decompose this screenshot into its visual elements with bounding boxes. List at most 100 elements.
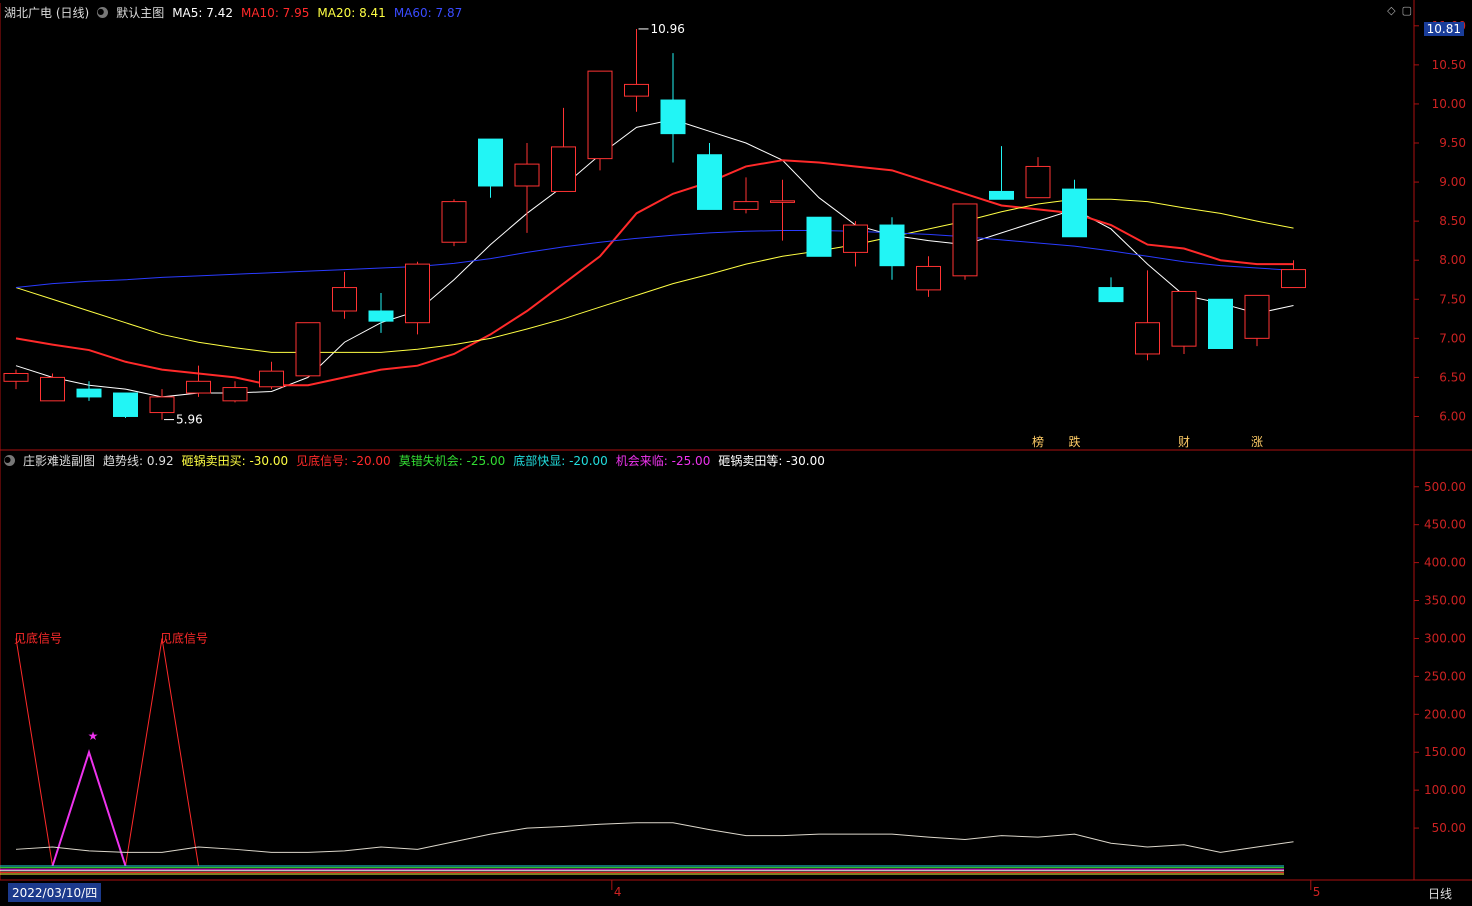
date-cursor: 2022/03/10/四 bbox=[8, 883, 102, 902]
candle-body bbox=[514, 163, 540, 187]
candle bbox=[916, 256, 941, 297]
candle bbox=[295, 322, 321, 378]
signal-marker: 涨 bbox=[1251, 434, 1263, 449]
candle-body bbox=[1208, 298, 1233, 349]
candle bbox=[1062, 179, 1087, 238]
candle-body bbox=[332, 287, 357, 312]
y-tick-label: 500.00 bbox=[1424, 480, 1466, 494]
candle-body bbox=[551, 146, 576, 192]
price-annotation: 10.96 bbox=[651, 22, 685, 36]
candle-body bbox=[770, 200, 795, 203]
ma60-value: MA60: 7.87 bbox=[393, 5, 463, 20]
candle bbox=[1025, 157, 1051, 199]
stock-name[interactable]: 湖北广电 (日线) bbox=[4, 4, 89, 21]
signal-label: 见底信号 bbox=[160, 630, 208, 645]
y-tick-label: 8.00 bbox=[1439, 253, 1466, 267]
sub-line-0 bbox=[15, 638, 199, 867]
candle-body bbox=[624, 83, 649, 97]
candle bbox=[149, 389, 175, 420]
main-header: 湖北广电 (日线) ● 默认主图 MA5: 7.42 MA10: 7.95 MA… bbox=[4, 4, 462, 21]
signal-marker: 财 bbox=[1178, 435, 1190, 449]
candle bbox=[879, 217, 905, 280]
y-tick-label: 9.00 bbox=[1439, 175, 1466, 189]
candle bbox=[952, 203, 978, 280]
y-tick-label: 10.00 bbox=[1432, 97, 1466, 111]
candle-body bbox=[1135, 322, 1160, 355]
candle-body bbox=[186, 380, 211, 394]
sub-header: ● 庄影难逃副图 趋势线: 0.92 砸锅卖田买: -30.00 见底信号: -… bbox=[4, 452, 825, 469]
period-tab[interactable]: 日线 bbox=[1428, 885, 1452, 902]
candle-body bbox=[843, 224, 868, 253]
candle bbox=[76, 381, 102, 401]
toolbar: ◇ ▢ bbox=[1387, 4, 1412, 17]
signal-value: 见底信号: -20.00 bbox=[296, 454, 391, 468]
candle-body bbox=[806, 216, 832, 257]
candle-body bbox=[1244, 294, 1270, 339]
candle-body bbox=[1098, 287, 1124, 303]
candle bbox=[3, 369, 29, 390]
candle bbox=[806, 216, 832, 257]
candle bbox=[40, 373, 65, 402]
candle-body bbox=[40, 376, 65, 402]
buy1-value: 砸锅卖田买: -30.00 bbox=[181, 454, 289, 468]
diamond-icon[interactable]: ◇ bbox=[1387, 4, 1395, 17]
candle-body bbox=[295, 322, 321, 377]
settings-dot-icon[interactable]: ● bbox=[4, 455, 15, 466]
ma10-value: MA10: 7.95 bbox=[240, 5, 310, 20]
candle-body bbox=[222, 387, 248, 402]
window-icon[interactable]: ▢ bbox=[1402, 4, 1412, 17]
y-tick-label: 6.50 bbox=[1439, 370, 1466, 384]
candle bbox=[113, 392, 138, 419]
sub-title[interactable]: 庄影难逃副图 bbox=[23, 452, 95, 469]
current-price-tag: 10.81 bbox=[1423, 22, 1464, 36]
ma-line-ma5 bbox=[15, 119, 1294, 398]
chance-value: 机会来临: -25.00 bbox=[615, 454, 711, 468]
candle-body bbox=[76, 388, 102, 398]
settings-dot-icon[interactable]: ● bbox=[97, 7, 109, 18]
bottom-value: 底部快显: -20.00 bbox=[513, 454, 608, 468]
candle bbox=[222, 381, 248, 403]
y-tick-label: 10.50 bbox=[1432, 58, 1466, 72]
candle bbox=[733, 177, 759, 214]
candle bbox=[441, 199, 467, 247]
main-chart-label[interactable]: 默认主图 bbox=[116, 4, 164, 21]
signal-marker: 跌 bbox=[1068, 434, 1080, 449]
candle-body bbox=[733, 201, 759, 210]
candle-body bbox=[1281, 269, 1306, 289]
candle-body bbox=[697, 154, 722, 210]
candle-body bbox=[259, 370, 284, 388]
candle-body bbox=[368, 310, 394, 322]
candle bbox=[770, 179, 795, 241]
y-tick-label: 9.50 bbox=[1439, 136, 1466, 150]
candle bbox=[660, 53, 686, 163]
month-label: 4 bbox=[614, 885, 622, 899]
candle-body bbox=[660, 99, 686, 135]
candle-body bbox=[879, 224, 905, 267]
miss-value: 莫错失机会: -25.00 bbox=[398, 454, 506, 468]
candle-body bbox=[441, 201, 467, 243]
y-tick-label: 100.00 bbox=[1424, 783, 1466, 797]
y-tick-label: 200.00 bbox=[1424, 707, 1466, 721]
y-tick-label: 150.00 bbox=[1424, 745, 1466, 759]
candle bbox=[332, 271, 357, 319]
sub-line-1 bbox=[51, 748, 127, 867]
y-tick-label: 7.00 bbox=[1439, 331, 1466, 345]
signal-label: 见底信号 bbox=[14, 630, 62, 645]
month-label: 5 bbox=[1313, 885, 1321, 899]
candle bbox=[1098, 277, 1124, 303]
signal-marker: 榜 bbox=[1032, 434, 1044, 449]
candle bbox=[587, 70, 613, 171]
y-tick-label: 350.00 bbox=[1424, 594, 1466, 608]
ma-line-ma10 bbox=[15, 159, 1294, 387]
candle-body bbox=[916, 265, 941, 291]
y-tick-label: 300.00 bbox=[1424, 631, 1466, 645]
candle-body bbox=[478, 138, 503, 187]
candle-body bbox=[952, 203, 978, 277]
y-tick-label: 450.00 bbox=[1424, 518, 1466, 532]
candle-body bbox=[3, 372, 29, 382]
y-tick-label: 250.00 bbox=[1424, 669, 1466, 683]
price-annotation: 5.96 bbox=[176, 413, 203, 427]
y-tick-label: 8.50 bbox=[1439, 214, 1466, 228]
ma5-value: MA5: 7.42 bbox=[172, 5, 233, 20]
candle bbox=[478, 138, 503, 198]
